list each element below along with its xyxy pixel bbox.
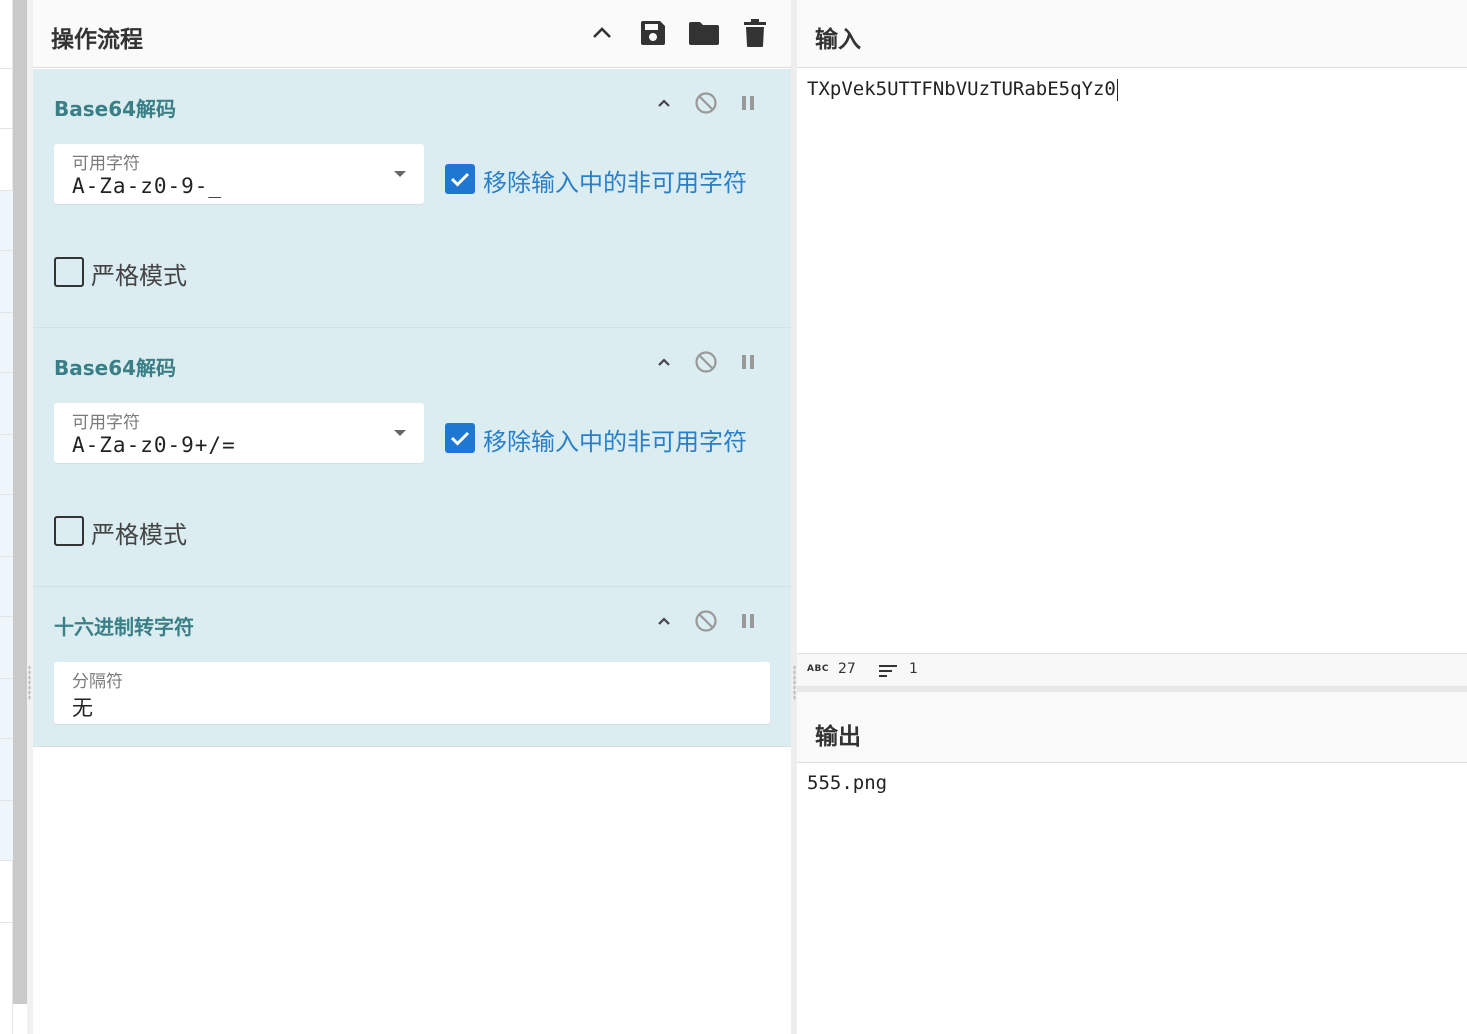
disable-icon — [695, 610, 717, 632]
trash-icon — [744, 19, 766, 47]
field-label: 可用字符 — [72, 154, 140, 174]
folder-icon — [689, 22, 719, 45]
load-recipe-button[interactable] — [687, 16, 721, 50]
strict-mode-checkbox[interactable] — [54, 516, 84, 546]
check-icon — [450, 172, 470, 187]
field-value: A-Za-z0-9-_ — [72, 174, 223, 198]
collapse-all-button[interactable] — [585, 16, 619, 50]
field-label: 可用字符 — [72, 413, 140, 433]
input-header: 输入 — [797, 0, 1467, 68]
pause-icon — [742, 355, 754, 369]
operation-disable-button[interactable] — [692, 348, 720, 376]
operations-list-edge — [0, 0, 13, 1034]
save-icon — [641, 21, 665, 45]
alphabet-select[interactable]: 可用字符 A-Za-z0-9+/= — [54, 403, 424, 463]
operation-base64-decode-2: Base64解码 可用字符 A-Za-z0-9+/= 移除输入中的非可用字符 严… — [33, 328, 791, 587]
input-textarea[interactable]: TXpVek5UTTFNbVUzTURabE5qYz0 — [807, 78, 1118, 101]
field-value: A-Za-z0-9+/= — [72, 433, 236, 457]
alphabet-select[interactable]: 可用字符 A-Za-z0-9-_ — [54, 144, 424, 204]
output-title: 输出 — [815, 724, 861, 750]
operation-collapse-button[interactable] — [650, 607, 678, 635]
clear-recipe-button[interactable] — [738, 16, 772, 50]
operation-base64-decode-1: Base64解码 可用字符 A-Za-z0-9-_ 移除输入中的非可用字符 严格… — [33, 69, 791, 328]
output-panel: 输出 555.png — [797, 692, 1467, 1034]
resize-handle[interactable] — [28, 665, 31, 701]
operation-collapse-button[interactable] — [650, 89, 678, 117]
operation-disable-button[interactable] — [692, 89, 720, 117]
recipe-title: 操作流程 — [51, 27, 143, 53]
operation-title: Base64解码 — [54, 356, 177, 380]
check-icon — [450, 431, 470, 446]
chevron-up-icon — [658, 99, 670, 107]
operations-scrollbar[interactable] — [13, 0, 27, 1004]
field-label: 分隔符 — [72, 672, 123, 692]
pause-icon — [742, 614, 754, 628]
output-text: 555.png — [807, 772, 888, 794]
resize-handle[interactable] — [793, 665, 796, 701]
operation-pause-button[interactable] — [734, 89, 762, 117]
strict-mode-label[interactable]: 严格模式 — [91, 256, 187, 291]
input-title: 输入 — [815, 27, 861, 53]
remove-non-alphabet-checkbox[interactable] — [445, 164, 475, 194]
strict-mode-checkbox[interactable] — [54, 257, 84, 287]
dropdown-caret-icon — [394, 430, 406, 436]
lines-icon — [879, 665, 897, 677]
save-recipe-button[interactable] — [636, 16, 670, 50]
dropdown-caret-icon — [394, 171, 406, 177]
remove-non-alphabet-label[interactable]: 移除输入中的非可用字符 — [483, 422, 747, 457]
recipe-header: 操作流程 — [33, 0, 791, 68]
recipe-panel: 操作流程 Base64解码 可用字符 A-Za-z0-9-_ 移除输入中的非可用… — [33, 0, 791, 1034]
char-count: 27 — [838, 661, 856, 677]
input-status-bar: ABC 27 1 — [797, 653, 1467, 686]
abc-icon: ABC — [807, 664, 829, 674]
chevron-up-icon — [658, 358, 670, 366]
remove-non-alphabet-label[interactable]: 移除输入中的非可用字符 — [483, 163, 747, 198]
output-textarea[interactable]: 555.png — [807, 772, 887, 794]
operation-title: 十六进制转字符 — [54, 615, 194, 639]
pause-icon — [742, 96, 754, 110]
output-header: 输出 — [797, 692, 1467, 763]
delimiter-field[interactable]: 分隔符 无 — [54, 662, 770, 724]
remove-non-alphabet-checkbox[interactable] — [445, 423, 475, 453]
operation-pause-button[interactable] — [734, 348, 762, 376]
operation-pause-button[interactable] — [734, 607, 762, 635]
text-cursor — [1116, 78, 1118, 101]
chevron-up-icon — [658, 617, 670, 625]
operation-title: Base64解码 — [54, 97, 177, 121]
input-text: TXpVek5UTTFNbVUzTURabE5qYz0 — [807, 78, 1116, 100]
operation-from-hex: 十六进制转字符 分隔符 无 — [33, 587, 791, 747]
field-value: 无 — [72, 696, 93, 720]
operation-collapse-button[interactable] — [650, 348, 678, 376]
input-panel: 输入 TXpVek5UTTFNbVUzTURabE5qYz0 — [797, 0, 1467, 653]
chevron-up-icon — [593, 27, 611, 38]
operation-disable-button[interactable] — [692, 607, 720, 635]
disable-icon — [695, 351, 717, 373]
strict-mode-label[interactable]: 严格模式 — [91, 515, 187, 550]
line-count: 1 — [909, 661, 918, 677]
disable-icon — [695, 92, 717, 114]
